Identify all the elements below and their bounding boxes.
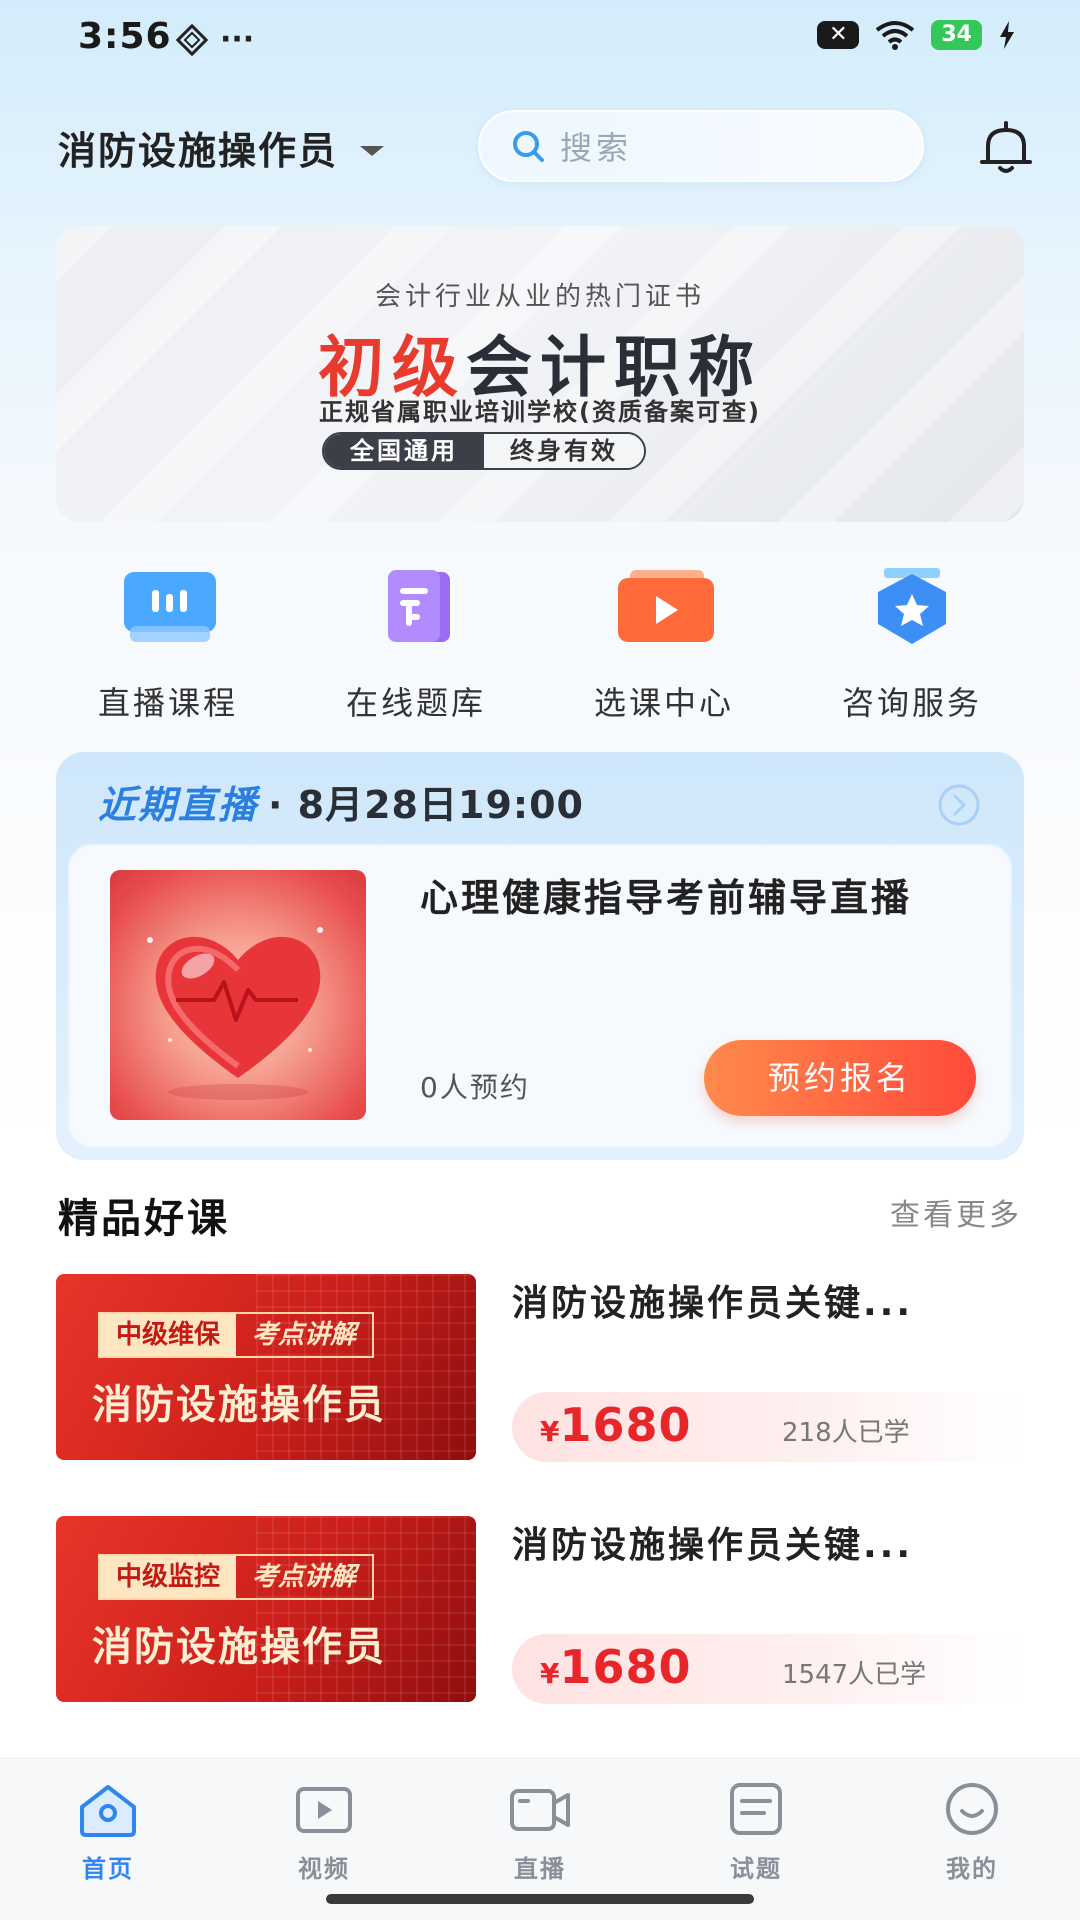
thumb-level-tag: 中级维保 — [100, 1314, 237, 1356]
course-thumbnail: 中级维保 考点讲解 消防设施操作员 — [56, 1274, 476, 1460]
thumb-tags: 中级维保 考点讲解 — [98, 1312, 375, 1358]
nav-home[interactable]: 首页 — [38, 1781, 178, 1884]
course-thumbnail: 中级监控 考点讲解 消防设施操作员 — [56, 1516, 476, 1702]
reserve-button[interactable]: 预约报名 — [704, 1040, 976, 1116]
course-price: ¥1680 — [540, 1640, 692, 1694]
course-price: ¥1680 — [540, 1398, 692, 1452]
nav-exam[interactable]: 试题 — [686, 1781, 826, 1884]
app-notification-icon — [176, 23, 208, 56]
nav-label: 首页 — [82, 1855, 134, 1883]
header: 消防设施操作员 搜索 — [0, 104, 1080, 190]
promo-banner[interactable]: 会计行业从业的热门证书 初级会计职称 正规省属职业培训学校(资质备案可查) 全国… — [56, 226, 1024, 522]
search-input[interactable]: 搜索 — [478, 110, 924, 182]
more-notifications-icon: ··· — [220, 22, 255, 57]
nav-label: 直播 — [514, 1855, 566, 1883]
thumb-title: 消防设施操作员 — [92, 1382, 386, 1428]
home-icon — [80, 1785, 136, 1837]
live-card: 近期直播 · 8月28日19:00 心理健康指导考前辅导直播 0人预约 预约报名 — [56, 752, 1024, 1160]
view-more-link[interactable]: 查看更多 — [890, 1190, 1022, 1234]
thumb-topic-tag: 考点讲解 — [252, 1320, 357, 1350]
search-icon — [513, 131, 544, 162]
arrow-right-circle-icon[interactable] — [936, 782, 982, 828]
exam-icon — [730, 1783, 782, 1835]
quick-item-course-center[interactable]: 选课中心 — [564, 568, 764, 724]
live-header: 近期直播 · 8月28日19:00 — [98, 774, 584, 829]
learner-count: 218人已学 — [782, 1418, 910, 1448]
course-item[interactable]: 中级维保 考点讲解 消防设施操作员 消防设施操作员关键... ¥1680 218… — [56, 1274, 1024, 1462]
thumb-tags: 中级监控 考点讲解 — [98, 1554, 375, 1600]
learner-count: 1547人已学 — [782, 1660, 927, 1690]
nav-live[interactable]: 直播 — [470, 1781, 610, 1884]
job-selector[interactable]: 消防设施操作员 — [58, 120, 385, 175]
thumb-pattern — [256, 1274, 476, 1460]
banner-subtitle-bottom: 正规省属职业培训学校(资质备案可查) — [319, 398, 761, 426]
banner-tag-national: 全国通用 — [324, 434, 484, 468]
currency-symbol: ¥ — [540, 1657, 560, 1690]
quick-entries: 直播课程 在线题库 选课中心 咨询服务 — [0, 568, 1080, 722]
status-time: 3:56 — [78, 16, 172, 57]
quick-label: 咨询服务 — [841, 684, 982, 722]
banner-subtitle-top: 会计行业从业的热门证书 — [374, 282, 705, 312]
live-tag: 近期直播 — [98, 783, 259, 827]
caret-down-icon — [360, 145, 385, 156]
quick-item-consult-service[interactable]: 咨询服务 — [812, 568, 1012, 724]
live-title: 心理健康指导考前辅导直播 — [420, 876, 913, 920]
thumb-level-tag: 中级监控 — [100, 1556, 237, 1598]
section-title: 精品好课 — [58, 1196, 230, 1242]
nav-label: 试题 — [730, 1855, 782, 1883]
featured-courses-header: 精品好课 查看更多 — [58, 1186, 1022, 1242]
quick-item-question-bank[interactable]: 在线题库 — [316, 568, 516, 724]
price-value: 1680 — [559, 1398, 692, 1452]
price-bar: ¥1680 1547人已学 — [512, 1634, 1024, 1704]
heart-icon — [147, 927, 323, 1100]
banner-tags: 全国通用 终身有效 — [322, 432, 646, 470]
thumb-topic-tag: 考点讲解 — [252, 1562, 357, 1592]
course-title: 消防设施操作员关键... — [512, 1525, 914, 1566]
video-icon — [296, 1787, 352, 1833]
live-reserve-count: 0人预约 — [420, 1071, 530, 1104]
course-item[interactable]: 中级监控 考点讲解 消防设施操作员 消防设施操作员关键... ¥1680 154… — [56, 1516, 1024, 1704]
thumb-title: 消防设施操作员 — [92, 1624, 386, 1670]
wifi-icon — [876, 21, 915, 50]
live-thumbnail — [110, 870, 366, 1120]
price-bar: ¥1680 218人已学 — [512, 1392, 1024, 1462]
nav-video[interactable]: 视频 — [254, 1781, 394, 1884]
profile-icon — [946, 1783, 998, 1835]
nav-label: 视频 — [298, 1855, 350, 1883]
bell-icon[interactable] — [976, 118, 1036, 178]
question-bank-icon — [388, 570, 450, 642]
job-title: 消防设施操作员 — [58, 129, 339, 173]
live-course-icon — [124, 572, 216, 642]
nav-profile[interactable]: 我的 — [902, 1781, 1042, 1884]
home-indicator — [326, 1894, 754, 1904]
live-item[interactable]: 心理健康指导考前辅导直播 0人预约 预约报名 — [68, 844, 1012, 1148]
charging-icon — [1000, 21, 1014, 49]
status-right: ✕ 34 — [817, 20, 1016, 50]
status-left-icons: ··· — [176, 22, 254, 57]
course-center-icon — [618, 570, 714, 642]
status-bar: 3:56 ··· ✕ 34 — [0, 0, 1080, 78]
no-sim-icon: ✕ — [817, 21, 860, 49]
live-time: · 8月28日19:00 — [268, 783, 584, 827]
price-value: 1680 — [559, 1640, 692, 1694]
search-placeholder: 搜索 — [560, 129, 633, 167]
battery-icon: 34 — [931, 20, 982, 50]
course-title: 消防设施操作员关键... — [512, 1283, 914, 1324]
consult-service-icon — [878, 568, 946, 644]
banner-tag-lifetime: 终身有效 — [484, 434, 644, 468]
currency-symbol: ¥ — [540, 1415, 560, 1448]
thumb-pattern — [256, 1516, 476, 1702]
quick-item-live-course[interactable]: 直播课程 — [68, 568, 268, 724]
nav-label: 我的 — [946, 1855, 998, 1883]
quick-label: 直播课程 — [97, 684, 238, 722]
quick-label: 选课中心 — [593, 684, 734, 722]
quick-label: 在线题库 — [345, 684, 486, 722]
live-camera-icon — [510, 1789, 570, 1831]
